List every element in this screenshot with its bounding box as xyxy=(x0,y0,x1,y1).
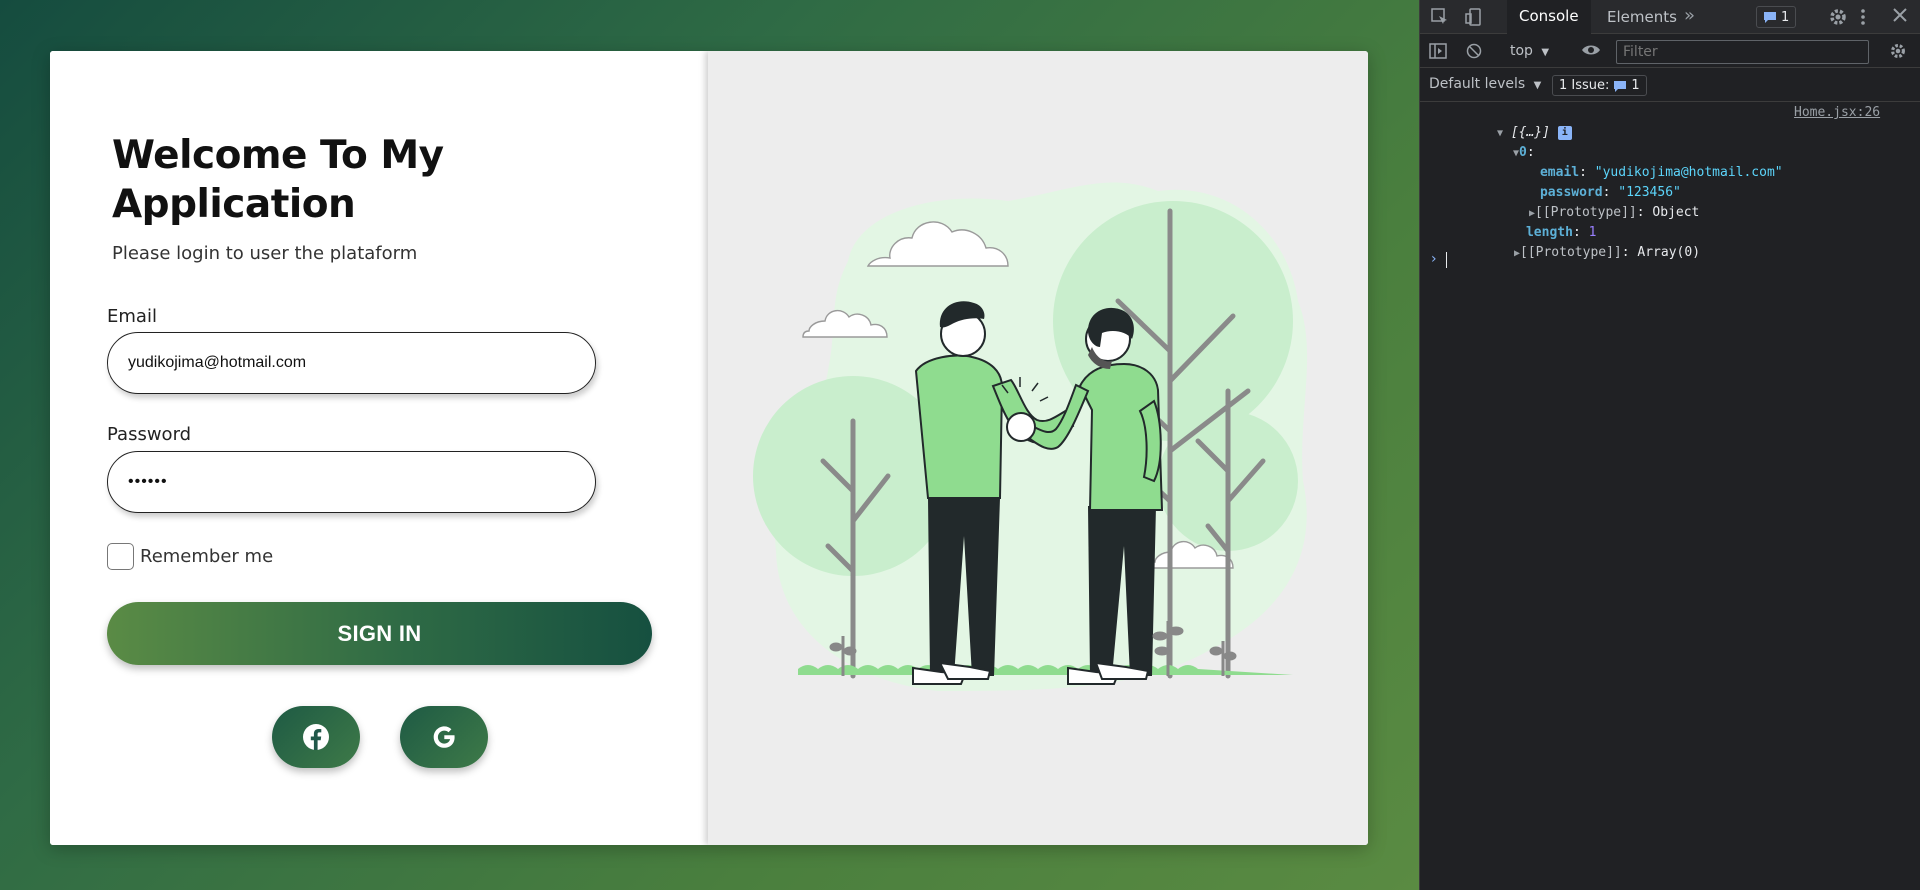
remember-me-label: Remember me xyxy=(140,546,274,567)
text-cursor xyxy=(1446,252,1447,268)
log-prototype-array-row[interactable]: ▶[[Prototype]]: Array(0) xyxy=(1467,223,1700,260)
handshake-illustration xyxy=(753,182,1308,691)
log-length-row: length: 1 xyxy=(1525,225,1597,240)
default-levels-label: Default levels xyxy=(1429,76,1526,92)
console-prompt-icon: › xyxy=(1431,251,1437,267)
filter-input[interactable] xyxy=(1616,40,1869,64)
default-levels-dropdown[interactable]: Default levels ▼ xyxy=(1429,76,1541,92)
more-tabs-icon[interactable]: » xyxy=(1684,5,1695,26)
app-viewport: Welcome To My Application Please login t… xyxy=(0,0,1419,890)
google-login-button[interactable] xyxy=(400,706,488,768)
login-card: Welcome To My Application Please login t… xyxy=(50,51,1368,845)
console-input[interactable] xyxy=(1446,250,1906,270)
issues-count: 1 xyxy=(1631,78,1640,93)
illustration-panel xyxy=(708,51,1368,845)
inspect-element-icon[interactable] xyxy=(1430,7,1450,27)
log-index-row[interactable]: ▼0: xyxy=(1466,123,1535,160)
page-title: Welcome To My Application xyxy=(112,133,444,227)
devtools-tabbar: Console Elements » 1 xyxy=(1420,0,1920,34)
remember-me[interactable]: Remember me xyxy=(107,543,273,570)
clear-console-icon[interactable] xyxy=(1466,43,1482,59)
console-toolbar: top ▼ xyxy=(1420,34,1920,68)
issues-button[interactable]: 1 Issue: 1 xyxy=(1552,75,1647,96)
chevron-down-icon: ▼ xyxy=(1541,47,1550,58)
context-selector[interactable]: top ▼ xyxy=(1510,43,1549,59)
settings-gear-icon[interactable] xyxy=(1828,7,1848,27)
password-label: Password xyxy=(107,424,192,445)
info-icon: i xyxy=(1557,125,1572,140)
message-icon xyxy=(1614,80,1627,92)
messages-count: 1 xyxy=(1781,9,1790,25)
email-input[interactable] xyxy=(107,332,596,394)
context-value: top xyxy=(1510,43,1533,59)
messages-badge[interactable]: 1 xyxy=(1756,6,1797,28)
tab-console[interactable]: Console xyxy=(1507,0,1591,34)
remember-me-checkbox[interactable] xyxy=(107,543,134,570)
sign-in-button[interactable]: SIGN IN xyxy=(107,602,652,665)
console-settings-gear-icon[interactable] xyxy=(1889,42,1907,60)
login-form-panel: Welcome To My Application Please login t… xyxy=(50,51,708,845)
message-icon xyxy=(1764,12,1776,23)
close-icon[interactable] xyxy=(1892,7,1908,23)
more-options-icon[interactable] xyxy=(1860,7,1866,27)
devtools-panel: Console Elements » 1 top ▼ Filter Defaul… xyxy=(1419,0,1920,890)
google-icon xyxy=(433,726,455,748)
issues-label: 1 Issue: xyxy=(1559,78,1610,93)
sidebar-toggle-icon[interactable] xyxy=(1429,43,1447,59)
log-email-row: email: "yudikojima@hotmail.com" xyxy=(1539,165,1783,180)
email-label: Email xyxy=(107,306,157,327)
page-subtitle: Please login to user the plataform xyxy=(112,243,418,264)
log-source-link[interactable]: Home.jsx:26 xyxy=(1794,103,1880,123)
log-prototype-object-row[interactable]: ▶[[Prototype]]: Object xyxy=(1482,183,1699,220)
device-toolbar-icon[interactable] xyxy=(1464,7,1484,27)
console-filter-row: Default levels ▼ 1 Issue: 1 xyxy=(1420,68,1920,102)
password-input[interactable] xyxy=(107,451,596,513)
prototype-object: Object xyxy=(1652,205,1700,220)
log-entry-summary[interactable]: ▼ [{…}] i xyxy=(1450,103,1572,140)
tab-elements[interactable]: Elements xyxy=(1595,0,1689,34)
log-password-row: password: "123456" xyxy=(1539,185,1681,200)
facebook-icon xyxy=(303,724,329,750)
facebook-login-button[interactable] xyxy=(272,706,360,768)
live-expression-eye-icon[interactable] xyxy=(1581,43,1601,57)
chevron-down-icon: ▼ xyxy=(1533,80,1542,91)
